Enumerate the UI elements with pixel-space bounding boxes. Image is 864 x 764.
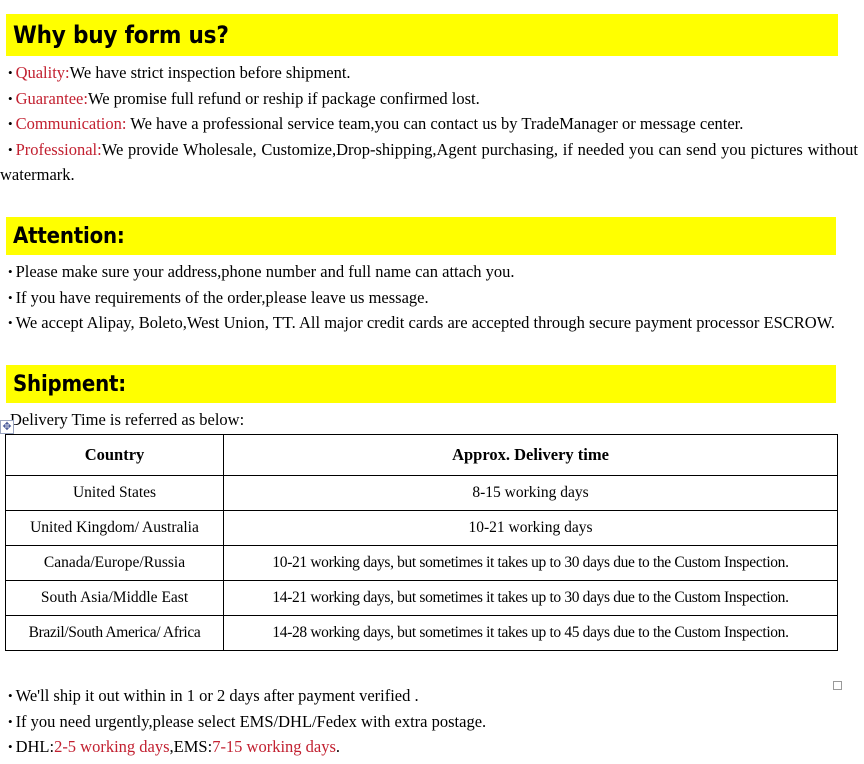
cell-country: United States — [5, 475, 224, 511]
bullet-text: We have a professional service team,you … — [126, 114, 744, 133]
bullet-dot-icon: • — [8, 739, 13, 754]
bullet-text: We accept Alipay, Boleto,West Union, TT.… — [15, 313, 835, 332]
cell-country: South Asia/Middle East — [5, 580, 224, 616]
bullet-text-dhl-label: DHL: — [15, 737, 55, 756]
table-row: Brazil/South America/ Africa 14-28 worki… — [5, 615, 838, 651]
bullet-dot-icon: • — [8, 688, 13, 703]
bullet-text: We promise full refund or reship if pack… — [87, 88, 480, 108]
list-item: • We'll ship it out within in 1 or 2 days… — [0, 683, 858, 709]
bullet-dot-icon: • — [8, 116, 13, 131]
list-item: • Please make sure your address,phone num… — [0, 259, 858, 285]
bullet-label: Quality: — [15, 63, 70, 82]
cell-country: Brazil/South America/ Africa — [5, 615, 224, 651]
bullet-text: If you need urgently,please select EMS/D… — [15, 711, 487, 731]
list-item: • DHL:2-5 working days,EMS:7-15 working d… — [0, 734, 858, 760]
bullet-label: Communication: — [15, 114, 127, 133]
cell-delivery-time: 10-21 working days, but sometimes it tak… — [223, 545, 838, 581]
bullet-text-ems-days: 7-15 working days — [212, 737, 336, 756]
product-description-page: Why buy form us? • Quality:We have strict… — [0, 0, 864, 764]
table-move-cross-icon[interactable]: ✥ — [0, 420, 14, 434]
bullet-dot-icon: • — [8, 713, 13, 729]
heading-text-attention: Attention: — [13, 223, 125, 249]
list-item: • If you have requirements of the order,p… — [0, 285, 858, 311]
section-heading-shipment: Shipment: — [6, 365, 836, 403]
list-item: • Professional:We provide Wholesale, Cust… — [0, 137, 858, 188]
bullet-label: Professional: — [15, 139, 102, 159]
cell-delivery-time: 14-21 working days, but sometimes it tak… — [223, 580, 838, 616]
bullet-label: Guarantee: — [15, 88, 88, 108]
cell-delivery-time: 14-28 working days, but sometimes it tak… — [223, 615, 838, 651]
column-header-country: Country — [5, 434, 224, 476]
delivery-time-intro-text: Delivery Time is referred as below: — [10, 410, 245, 429]
bullet-dot-icon: • — [8, 65, 13, 80]
bullet-dot-icon: • — [8, 264, 13, 279]
bullet-dot-icon: • — [8, 90, 13, 106]
cell-country: United Kingdom/ Australia — [5, 510, 224, 546]
list-item: • We accept Alipay, Boleto,West Union, TT… — [0, 310, 858, 336]
bullet-text: We'll ship it out within in 1 or 2 days … — [15, 686, 419, 705]
bullet-text-period: . — [335, 737, 341, 756]
cell-country: Canada/Europe/Russia — [5, 545, 224, 581]
section-heading-why-buy: Why buy form us? — [6, 14, 838, 56]
table-row: Canada/Europe/Russia 10-21 working days,… — [5, 545, 838, 581]
heading-text-shipment: Shipment: — [13, 371, 127, 397]
table-row: United Kingdom/ Australia 10-21 working … — [5, 510, 838, 546]
bullet-dot-icon: • — [8, 141, 13, 157]
bullet-text-ems-label: ,EMS: — [169, 737, 213, 756]
table-row: United States 8-15 working days — [5, 475, 838, 511]
bullet-text: If you have requirements of the order,pl… — [15, 287, 429, 307]
delivery-time-table: Country Approx. Delivery time United Sta… — [5, 434, 838, 651]
table-row: South Asia/Middle East 14-21 working day… — [5, 580, 838, 616]
cell-delivery-time: 10-21 working days — [223, 510, 838, 546]
column-header-delivery-time: Approx. Delivery time — [223, 434, 838, 476]
table-header-row: Country Approx. Delivery time — [5, 434, 838, 476]
cell-delivery-time: 8-15 working days — [223, 475, 838, 511]
shipment-footer-bullet-list: • We'll ship it out within in 1 or 2 days… — [0, 683, 858, 760]
list-item: • Communication: We have a professional s… — [0, 111, 858, 137]
bullet-text-dhl-days: 2-5 working days — [54, 737, 170, 756]
bullet-dot-icon: • — [8, 289, 13, 305]
bullet-text: We have strict inspection before shipmen… — [69, 63, 351, 82]
attention-bullet-list: • Please make sure your address,phone num… — [0, 259, 858, 336]
list-item: • If you need urgently,please select EMS/… — [0, 709, 858, 735]
delivery-time-intro: Delivery Time is referred as below: — [10, 410, 610, 430]
section-heading-attention: Attention: — [6, 217, 836, 255]
list-item: • Quality:We have strict inspection befor… — [0, 60, 858, 86]
bullet-text: We provide Wholesale, Customize,Drop-shi… — [0, 139, 858, 185]
bullet-text: Please make sure your address,phone numb… — [15, 262, 515, 281]
list-item: • Guarantee:We promise full refund or res… — [0, 86, 858, 112]
bullet-dot-icon: • — [8, 315, 13, 330]
why-buy-bullet-list: • Quality:We have strict inspection befor… — [0, 60, 858, 188]
heading-text-why-buy: Why buy form us? — [13, 21, 229, 49]
